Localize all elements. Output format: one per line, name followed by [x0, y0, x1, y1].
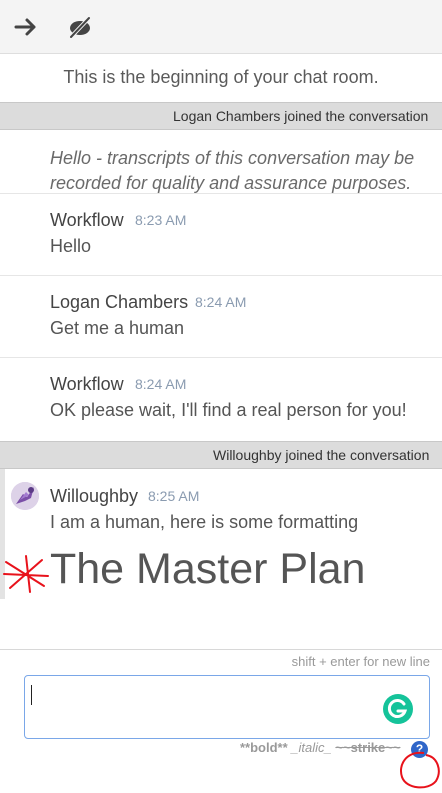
format-italic-hint: _italic_	[291, 740, 332, 755]
red-annotation-mark	[3, 555, 49, 593]
red-annotation-circle	[400, 751, 440, 789]
message-author: Workflow	[50, 374, 124, 394]
message-text: I am a human, here is some formatting	[50, 512, 359, 532]
message-text: Hello	[50, 236, 92, 256]
eye-slash-icon[interactable]	[67, 14, 93, 40]
message-text: Get me a human	[50, 318, 185, 338]
chat-beginning-label: This is the beginning of your chat room.	[63, 67, 379, 87]
message-input[interactable]	[24, 675, 430, 739]
transcript-notice: Hello - transcripts of this conversation…	[50, 148, 415, 193]
chat-transcript[interactable]: This is the beginning of your chat room.…	[0, 54, 442, 649]
message-author: Logan Chambers	[50, 292, 189, 312]
formatting-hint: **bold** _italic_ ~~strike~~	[240, 740, 400, 755]
system-event-banner: Willoughby joined the conversation	[0, 441, 442, 469]
message-item: Workflow 8:24 AM OK please wait, I'll fi…	[0, 357, 442, 441]
message-timestamp: 8:24 AM	[135, 376, 187, 392]
message-author: Willoughby	[50, 486, 139, 506]
message-item: Workflow 8:23 AM Hello	[0, 193, 442, 275]
format-strike-hint: ~~strike~~	[335, 740, 401, 755]
message-author: Workflow	[50, 210, 124, 230]
message-timestamp: 8:24 AM	[195, 294, 247, 310]
message-item: Logan Chambers 8:24 AM Get me a human	[0, 275, 442, 357]
chat-toolbar	[0, 0, 442, 54]
message-composer: shift + enter for new line **bold** _ita…	[0, 649, 442, 770]
system-event-text: Logan Chambers joined the conversation	[173, 108, 429, 124]
system-event-banner: Logan Chambers joined the conversation	[0, 102, 442, 130]
message-timestamp: 8:25 AM	[148, 488, 200, 504]
text-cursor	[31, 685, 32, 705]
formatted-heading: The Master Plan	[50, 545, 366, 593]
grammarly-icon[interactable]	[383, 694, 413, 724]
newline-hint: shift + enter for new line	[291, 654, 430, 669]
format-bold-hint: **bold**	[240, 740, 288, 755]
arrow-right-icon[interactable]	[13, 14, 39, 40]
system-event-text: Willoughby joined the conversation	[213, 447, 430, 463]
message-timestamp: 8:23 AM	[135, 212, 187, 228]
message-text: OK please wait, I'll find a real person …	[50, 400, 407, 420]
